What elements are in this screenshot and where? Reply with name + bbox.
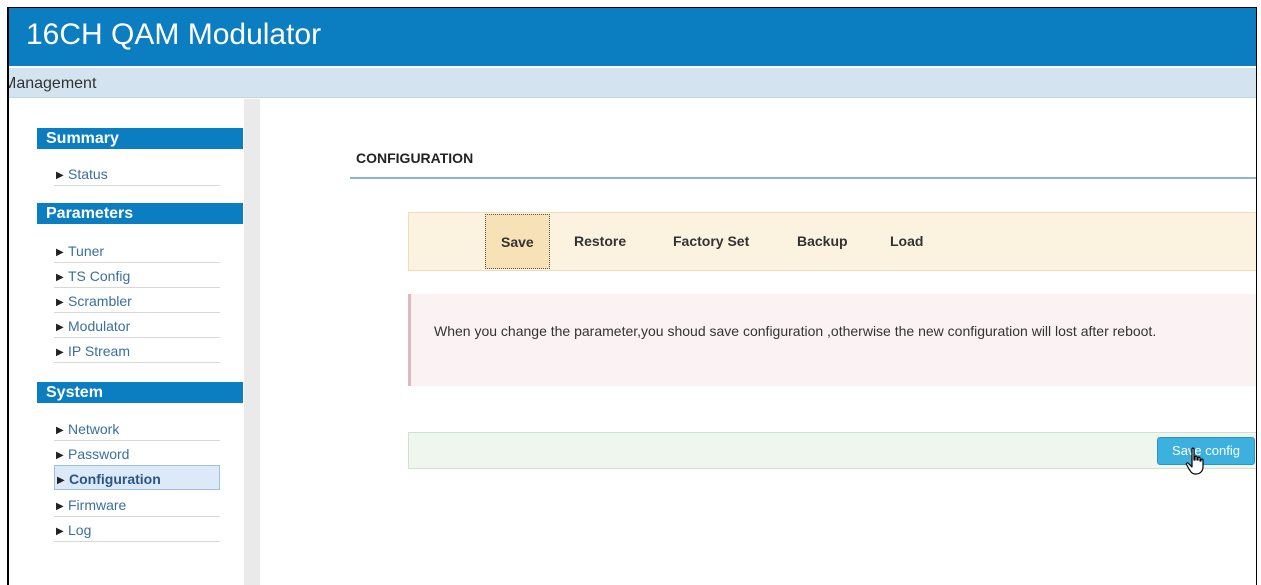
sidebar-item-label: IP Stream [68, 343, 130, 359]
sidebar-item-label: Tuner [68, 243, 105, 259]
sidebar-item-status[interactable]: ▶ Status [54, 161, 220, 186]
app-header: 16CH QAM Modulator [9, 8, 1256, 66]
sidebar-item-password[interactable]: ▶ Password [54, 441, 220, 466]
action-bar: Save config [408, 432, 1256, 469]
sidebar-item-configuration[interactable]: ▶ Configuration [54, 465, 220, 490]
sidebar-item-tuner[interactable]: ▶ Tuner [54, 238, 220, 263]
sidebar-item-label: Firmware [68, 497, 127, 513]
sidebar-item-label: Scrambler [68, 293, 132, 309]
sidebar-item-label: Password [68, 446, 130, 462]
sidebar-gutter [244, 99, 260, 585]
sidebar-section-parameters: Parameters [37, 203, 243, 224]
sidebar-item-ip-stream[interactable]: ▶ IP Stream [54, 338, 220, 363]
sidebar-item-label: Modulator [68, 318, 131, 334]
title-divider [350, 177, 1256, 179]
tab-load[interactable]: Load [890, 213, 923, 270]
triangle-right-icon: ▶ [56, 526, 64, 537]
main-content: CONFIGURATION Save Restore Factory Set B… [260, 99, 1256, 585]
sidebar-section-summary: Summary [37, 128, 243, 149]
management-label: Management [7, 75, 97, 92]
warning-alert: When you change the parameter,you shoud … [408, 294, 1256, 386]
page-title: CONFIGURATION [356, 150, 474, 166]
sidebar-item-network[interactable]: ▶ Network [54, 416, 220, 441]
app-title: 16CH QAM Modulator [26, 18, 322, 51]
sidebar-item-ts-config[interactable]: ▶ TS Config [54, 263, 220, 288]
triangle-right-icon: ▶ [56, 170, 64, 181]
sidebar-item-modulator[interactable]: ▶ Modulator [54, 313, 220, 338]
tab-restore[interactable]: Restore [574, 213, 626, 270]
sidebar-item-label: Network [68, 421, 120, 437]
sidebar-item-firmware[interactable]: ▶ Firmware [54, 492, 220, 517]
alert-text: When you change the parameter,you shoud … [434, 323, 1157, 339]
app-window: 16CH QAM Modulator Management Summary ▶ S… [7, 7, 1257, 585]
management-bar: Management [9, 68, 1256, 98]
sidebar-item-label: Configuration [69, 471, 161, 487]
sidebar-item-label: Log [68, 522, 92, 538]
hand-cursor-icon [1185, 447, 1204, 475]
sidebar: Summary ▶ Status Parameters ▶ Tuner ▶ TS Co… [9, 99, 244, 585]
sidebar-item-log[interactable]: ▶ Log [54, 517, 220, 542]
triangle-right-icon: ▶ [57, 475, 65, 486]
tab-save[interactable]: Save [485, 214, 550, 269]
tab-backup[interactable]: Backup [797, 213, 848, 270]
triangle-right-icon: ▶ [56, 347, 64, 358]
config-tabbar: Save Restore Factory Set Backup Load [408, 212, 1256, 271]
sidebar-section-system: System [37, 382, 243, 403]
sidebar-item-scrambler[interactable]: ▶ Scrambler [54, 288, 220, 313]
tab-factory-set[interactable]: Factory Set [673, 213, 749, 270]
sidebar-item-label: TS Config [68, 268, 131, 284]
sidebar-item-label: Status [68, 166, 108, 182]
